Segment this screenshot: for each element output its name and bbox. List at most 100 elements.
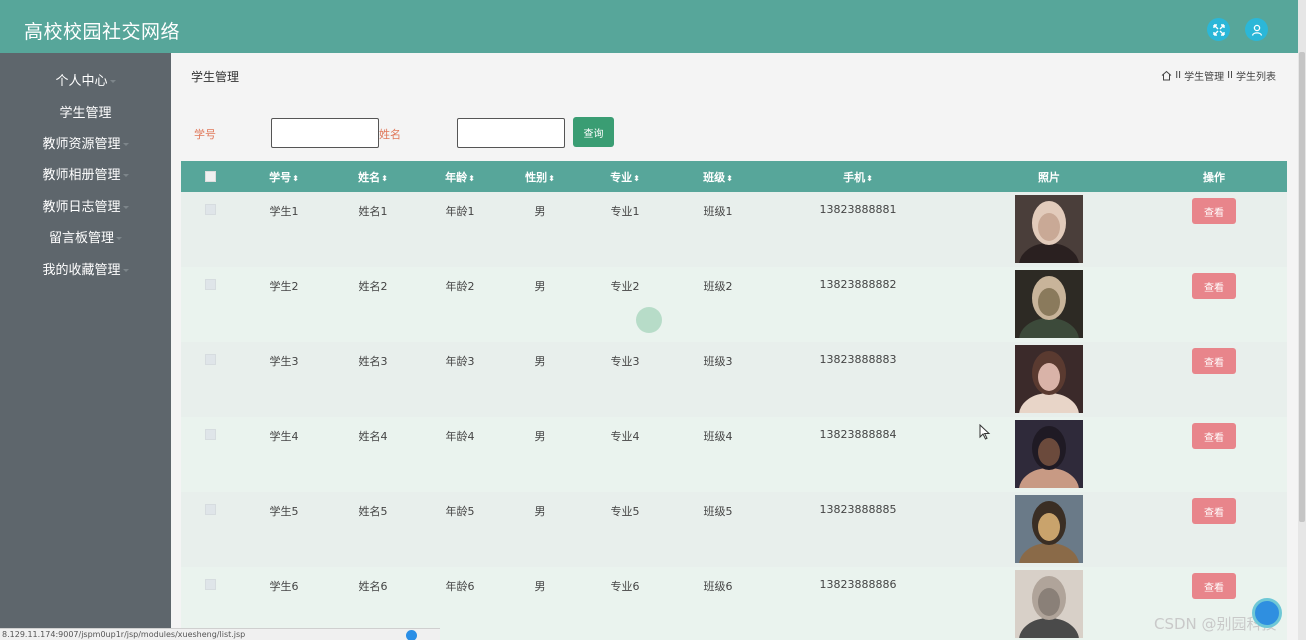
cell-phone: 13823888882 <box>819 278 897 291</box>
sort-icon: ⬍ <box>548 174 555 183</box>
cell-gender: 男 <box>534 580 546 593</box>
select-all-checkbox[interactable] <box>205 171 216 182</box>
column-header-class[interactable]: 班级⬍ <box>703 169 733 185</box>
view-button[interactable]: 查看 <box>1192 498 1236 524</box>
breadcrumb: II 学生管理 II 学生列表 <box>1161 68 1276 83</box>
cell-age: 年龄1 <box>445 205 475 218</box>
student-id-input[interactable] <box>271 118 379 148</box>
sort-icon: ⬍ <box>381 174 388 183</box>
column-header-age[interactable]: 年龄⬍ <box>445 169 475 185</box>
table-row: 学生2 姓名2 年龄2 男 专业2 班级2 13823888882 查看 <box>181 267 1287 342</box>
chevron-down-icon <box>122 269 129 272</box>
name-label: 姓名 <box>379 128 401 141</box>
cell-major: 专业2 <box>610 280 640 293</box>
sort-icon: ⬍ <box>468 174 475 183</box>
cell-major: 专业4 <box>610 430 640 443</box>
student-table: 学号⬍ 姓名⬍ 年龄⬍ 性别⬍ 专业⬍ 班级⬍ 手机⬍ 照片 操作 学生1 姓名1… <box>181 161 1287 640</box>
cell-name: 姓名3 <box>358 355 388 368</box>
student-photo <box>1015 195 1083 263</box>
user-icon[interactable] <box>1245 18 1268 41</box>
student-photo <box>1015 420 1083 488</box>
cell-gender: 男 <box>534 205 546 218</box>
cell-phone: 13823888884 <box>819 428 897 441</box>
table-header: 学号⬍ 姓名⬍ 年龄⬍ 性别⬍ 专业⬍ 班级⬍ 手机⬍ 照片 操作 <box>181 161 1287 192</box>
cell-name: 姓名5 <box>358 505 388 518</box>
view-button[interactable]: 查看 <box>1192 573 1236 599</box>
row-checkbox[interactable] <box>205 504 216 515</box>
view-button[interactable]: 查看 <box>1192 198 1236 224</box>
cell-class: 班级6 <box>703 580 733 593</box>
student-id-label: 学号 <box>194 128 216 141</box>
cell-name: 姓名4 <box>358 430 388 443</box>
row-checkbox[interactable] <box>205 204 216 215</box>
cell-class: 班级3 <box>703 355 733 368</box>
view-button[interactable]: 查看 <box>1192 273 1236 299</box>
search-button[interactable]: 查询 <box>573 117 614 147</box>
floating-action-button[interactable] <box>1252 598 1282 628</box>
sidebar: 个人中心 学生管理 教师资源管理 教师相册管理 教师日志管理 留言板管理 我的收… <box>0 53 171 640</box>
cell-major: 专业6 <box>610 580 640 593</box>
student-photo <box>1015 270 1083 338</box>
cell-phone: 13823888883 <box>819 353 897 366</box>
cell-gender: 男 <box>534 430 546 443</box>
app-title: 高校校园社交网络 <box>24 21 181 43</box>
breadcrumb-item-student-management[interactable]: 学生管理 <box>1184 68 1224 83</box>
cell-phone: 13823888885 <box>819 503 897 516</box>
column-header-gender[interactable]: 性别⬍ <box>525 169 555 185</box>
status-indicator <box>406 630 417 640</box>
sidebar-item-message-board[interactable]: 留言板管理 <box>0 229 171 249</box>
sidebar-item-my-favorites[interactable]: 我的收藏管理 <box>0 261 171 281</box>
cell-name: 姓名1 <box>358 205 388 218</box>
name-input[interactable] <box>457 118 565 148</box>
student-photo <box>1015 495 1083 563</box>
sidebar-item-teacher-resources[interactable]: 教师资源管理 <box>0 135 171 155</box>
sort-icon: ⬍ <box>726 174 733 183</box>
sidebar-item-student-management[interactable]: 学生管理 <box>0 104 171 124</box>
sort-icon: ⬍ <box>292 174 299 183</box>
chevron-down-icon <box>116 237 122 240</box>
column-header-photo: 照片 <box>1038 171 1060 184</box>
view-button[interactable]: 查看 <box>1192 423 1236 449</box>
cell-phone: 13823888886 <box>819 578 897 591</box>
cell-gender: 男 <box>534 280 546 293</box>
column-header-phone[interactable]: 手机⬍ <box>843 169 873 185</box>
scrollbar-thumb[interactable] <box>1299 52 1305 522</box>
page-title: 学生管理 <box>191 70 240 84</box>
cell-age: 年龄5 <box>445 505 475 518</box>
cell-id: 学生4 <box>269 430 299 443</box>
row-checkbox[interactable] <box>205 279 216 290</box>
breadcrumb-separator: II <box>1175 70 1182 81</box>
sort-icon: ⬍ <box>633 174 640 183</box>
cell-age: 年龄4 <box>445 430 475 443</box>
column-header-name[interactable]: 姓名⬍ <box>358 169 388 185</box>
column-header-major[interactable]: 专业⬍ <box>610 169 640 185</box>
row-checkbox[interactable] <box>205 429 216 440</box>
table-row: 学生3 姓名3 年龄3 男 专业3 班级3 13823888883 查看 <box>181 342 1287 417</box>
view-button[interactable]: 查看 <box>1192 348 1236 374</box>
sidebar-item-personal-center[interactable]: 个人中心 <box>0 72 171 92</box>
breadcrumb-separator: II <box>1227 70 1233 81</box>
cell-phone: 13823888881 <box>819 203 897 216</box>
cell-class: 班级4 <box>703 430 733 443</box>
click-indicator <box>636 307 662 333</box>
cell-major: 专业5 <box>610 505 640 518</box>
top-bar: 高校校园社交网络 <box>0 0 1298 53</box>
breadcrumb-item-student-list: 学生列表 <box>1236 72 1276 83</box>
student-photo <box>1015 345 1083 413</box>
fullscreen-icon[interactable] <box>1207 18 1230 41</box>
cell-gender: 男 <box>534 505 546 518</box>
column-header-student-id[interactable]: 学号⬍ <box>269 169 299 185</box>
cell-id: 学生3 <box>269 355 299 368</box>
cell-name: 姓名2 <box>358 280 388 293</box>
table-row: 学生1 姓名1 年龄1 男 专业1 班级1 13823888881 查看 <box>181 192 1287 267</box>
column-header-actions: 操作 <box>1203 171 1225 184</box>
cell-age: 年龄3 <box>445 355 475 368</box>
sidebar-item-teacher-log[interactable]: 教师日志管理 <box>0 198 171 218</box>
row-checkbox[interactable] <box>205 579 216 590</box>
sidebar-item-teacher-album[interactable]: 教师相册管理 <box>0 166 171 186</box>
chevron-down-icon <box>122 143 129 146</box>
chevron-down-icon <box>122 174 129 177</box>
home-icon[interactable] <box>1161 70 1172 81</box>
row-checkbox[interactable] <box>205 354 216 365</box>
cell-id: 学生2 <box>269 280 299 293</box>
